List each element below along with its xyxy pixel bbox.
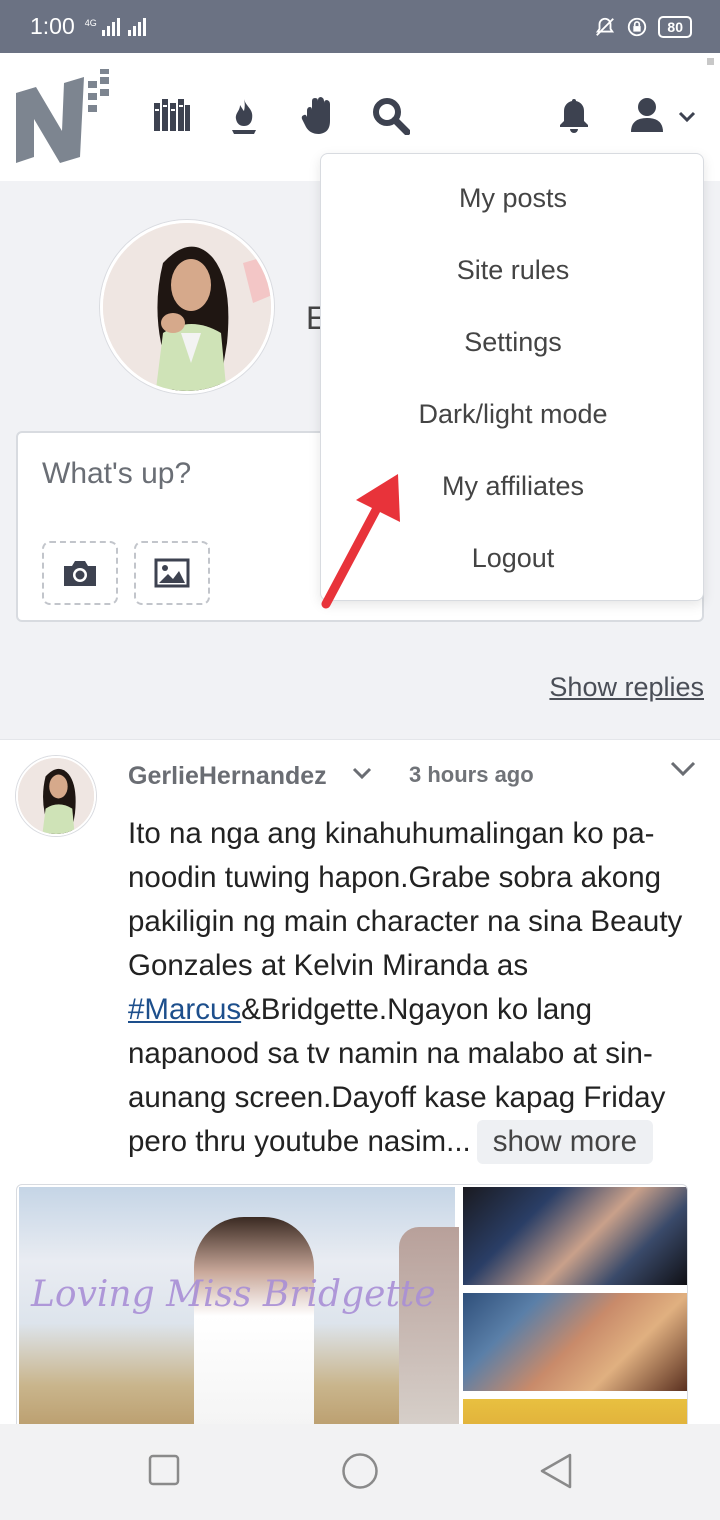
home-button-icon[interactable] <box>341 1452 379 1490</box>
show-more-button[interactable]: show more <box>476 1120 654 1164</box>
menu-item-site-rules[interactable]: Site rules <box>321 234 705 306</box>
network-type: 4G <box>84 17 97 28</box>
system-nav-bar <box>0 1424 720 1520</box>
hashtag-link[interactable]: #Marcus <box>128 993 241 1026</box>
image-button[interactable] <box>134 541 210 605</box>
profile-avatar[interactable] <box>100 220 274 394</box>
status-right: 80 <box>594 15 692 38</box>
menu-item-dark-light-mode[interactable]: Dark/light mode <box>321 378 705 450</box>
recents-button-icon[interactable] <box>148 1454 180 1486</box>
user-icon[interactable] <box>630 97 664 133</box>
battery-indicator: 80 <box>658 15 692 38</box>
library-icon[interactable] <box>153 97 191 133</box>
status-time: 1:00 <box>30 13 75 39</box>
site-logo[interactable] <box>14 69 112 165</box>
search-icon[interactable] <box>372 97 410 135</box>
chevron-down-icon[interactable] <box>678 111 696 123</box>
post-time: 3 hours ago <box>409 762 534 787</box>
post-media-grid: Loving Miss Bridgette <box>16 1184 688 1434</box>
mute-bell-icon <box>596 17 615 36</box>
post-body: Ito na nga ang kinahuhumalingan ko pa-no… <box>128 812 696 1164</box>
post-menu-chevron-icon[interactable] <box>670 760 696 778</box>
bell-icon[interactable] <box>558 97 590 133</box>
image-caption: Loving Miss Bridgette <box>31 1274 436 1315</box>
scroll-indicator <box>707 58 714 65</box>
camera-icon <box>64 561 96 586</box>
show-replies-link[interactable]: Show replies <box>549 672 704 703</box>
back-button-icon[interactable] <box>538 1452 574 1490</box>
post-card: GerlieHernandez 3 hours ago Ito na nga a… <box>0 739 720 1434</box>
annotation-arrow-icon <box>321 474 400 609</box>
menu-item-settings[interactable]: Settings <box>321 306 705 378</box>
image-icon <box>154 558 190 588</box>
post-author-avatar[interactable] <box>16 756 96 836</box>
rotation-lock-icon <box>628 17 647 36</box>
camera-button[interactable] <box>42 541 118 605</box>
menu-item-my-posts[interactable]: My posts <box>321 162 705 234</box>
status-left: 1:00 4G <box>30 13 146 40</box>
flame-icon[interactable] <box>228 97 260 135</box>
hand-icon[interactable] <box>301 97 333 135</box>
post-text-part: Ito na nga ang kinahuhumalingan ko pa-no… <box>128 817 683 982</box>
status-bar: 1:00 4G 80 <box>0 0 720 53</box>
post-image-main[interactable]: Loving Miss Bridgette <box>19 1187 459 1433</box>
post-image-thumb[interactable] <box>463 1187 687 1285</box>
signal-icon: 4G <box>84 17 146 36</box>
post-author-name[interactable]: GerlieHernandez <box>128 762 327 791</box>
author-chevron-down-icon[interactable] <box>352 766 372 780</box>
composer-input[interactable]: What's up? <box>42 457 191 491</box>
post-image-thumb[interactable] <box>463 1293 687 1391</box>
